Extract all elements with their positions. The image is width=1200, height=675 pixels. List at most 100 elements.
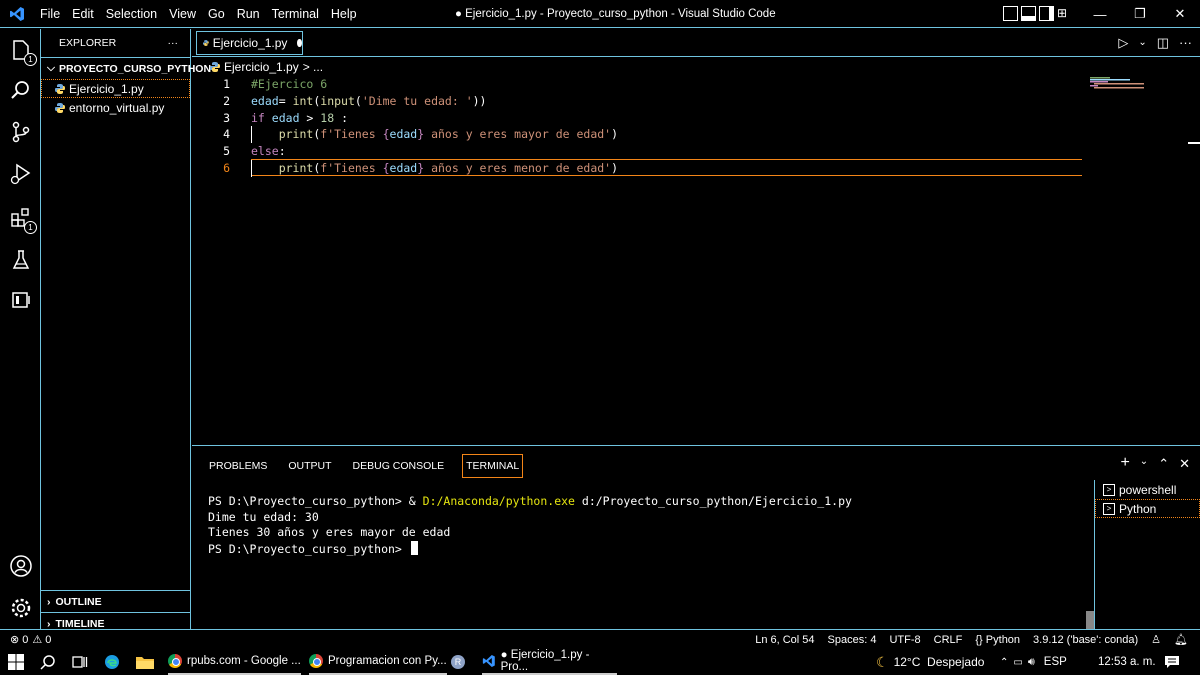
file-item-ejercicio-1[interactable]: Ejercicio_1.py xyxy=(41,79,190,98)
encoding[interactable]: UTF-8 xyxy=(889,634,920,646)
outline-section[interactable]: › OUTLINE xyxy=(41,590,191,612)
windows-taskbar: rpubs.com - Google ... Programacion con … xyxy=(0,649,1200,675)
line-number: 2 xyxy=(223,93,230,108)
settings-gear-icon[interactable] xyxy=(8,595,34,621)
r-app-icon[interactable]: R xyxy=(451,649,465,675)
terminal-item-powershell[interactable]: > powershell xyxy=(1095,480,1200,499)
windows-start-icon[interactable] xyxy=(8,649,24,675)
terminal-scrollbar[interactable] xyxy=(1086,611,1094,630)
breadcrumb-rest[interactable]: > ... xyxy=(303,60,323,74)
file-explorer-icon[interactable] xyxy=(136,649,154,675)
terminal-name: Python xyxy=(1119,501,1157,516)
end-of-line[interactable]: CRLF xyxy=(934,634,963,646)
menu-run[interactable]: Run xyxy=(231,0,266,28)
taskbar-chrome-programacion[interactable]: Programacion con Py... xyxy=(309,649,447,675)
taskbar-search-icon[interactable] xyxy=(40,649,56,675)
project-folder-header[interactable]: ⌵ PROYECTO_CURSO_PYTHON xyxy=(41,57,211,79)
menu-file[interactable]: File xyxy=(34,0,66,28)
warnings-count[interactable]: ⚠ 0 xyxy=(32,633,51,646)
vscode-logo-icon xyxy=(0,6,34,22)
clock-time: 12:53 a. m. xyxy=(1098,656,1156,668)
close-panel-icon[interactable]: ✕ xyxy=(1179,456,1190,472)
errors-count[interactable]: ⊗ 0 xyxy=(10,633,28,646)
show-hidden-icons-chevron-icon[interactable]: ⌃ xyxy=(1000,657,1008,668)
tab-terminal[interactable]: TERMINAL xyxy=(462,454,524,478)
python-file-icon xyxy=(203,40,209,46)
cursor-position[interactable]: Ln 6, Col 54 xyxy=(755,634,814,646)
taskbar-vscode[interactable]: ● Ejercicio_1.py - Pro... xyxy=(482,649,617,675)
editor-actions: ▷ ⌄ ◫ ··· xyxy=(1118,35,1192,51)
layout-controls: ⊞ xyxy=(1003,6,1072,21)
indentation[interactable]: Spaces: 4 xyxy=(828,634,877,646)
remote-explorer-icon[interactable] xyxy=(8,287,34,313)
toggle-secondary-sidebar-icon[interactable] xyxy=(1039,6,1054,21)
extensions-icon[interactable]: 1 xyxy=(8,205,37,234)
more-actions-icon[interactable]: ··· xyxy=(1179,35,1192,51)
taskbar-label: ● Ejercicio_1.py - Pro... xyxy=(500,649,590,673)
breadcrumb-file[interactable]: Ejercicio_1.py xyxy=(224,60,299,74)
terminal-item-python[interactable]: > Python xyxy=(1095,499,1200,518)
menu-edit[interactable]: Edit xyxy=(66,0,100,28)
new-terminal-icon[interactable]: + xyxy=(1120,455,1129,472)
status-bar: ⊗ 0 ⚠ 0 Ln 6, Col 54 Spaces: 4 UTF-8 CRL… xyxy=(0,629,1200,649)
menu-go[interactable]: Go xyxy=(202,0,231,28)
explorer-icon[interactable]: 1 xyxy=(8,37,37,66)
run-debug-icon[interactable] xyxy=(8,161,34,187)
volume-icon[interactable]: 🔊︎ xyxy=(1028,656,1035,669)
terminal-output[interactable]: PS D:\Proyecto_curso_python> & D:/Anacon… xyxy=(208,494,852,557)
terminal-dropdown-chevron-icon[interactable]: ⌄ xyxy=(1140,456,1148,472)
feedback-icon[interactable]: ♙ xyxy=(1151,633,1161,646)
run-dropdown-chevron-icon[interactable]: ⌄ xyxy=(1138,35,1146,51)
tab-problems[interactable]: PROBLEMS xyxy=(206,454,270,478)
notification-center-icon[interactable] xyxy=(1164,649,1180,675)
language-mode[interactable]: {} Python xyxy=(975,634,1020,646)
bottom-panel: PROBLEMS OUTPUT DEBUG CONSOLE TERMINAL +… xyxy=(192,445,1200,630)
search-icon[interactable] xyxy=(8,77,34,103)
taskbar-chrome-rpubs[interactable]: rpubs.com - Google ... xyxy=(168,649,301,675)
battery-icon[interactable]: ▭ xyxy=(1013,657,1022,668)
tab-ejercicio-1[interactable]: Ejercicio_1.py xyxy=(196,31,303,55)
explorer-header: EXPLORER ··· xyxy=(41,29,190,57)
notifications-bell-icon[interactable]: 🔔︎ xyxy=(1174,633,1188,646)
maximize-panel-icon[interactable]: ⌃ xyxy=(1158,456,1169,472)
file-item-entorno-virtual[interactable]: entorno_virtual.py xyxy=(41,98,190,117)
toggle-panel-icon[interactable] xyxy=(1021,6,1036,21)
moon-icon: ☾ xyxy=(876,653,889,670)
unsaved-dot-icon[interactable] xyxy=(297,39,302,47)
python-file-icon xyxy=(55,102,65,113)
run-python-file-icon[interactable]: ▷ xyxy=(1118,35,1128,51)
explorer-more-button[interactable]: ··· xyxy=(168,37,179,49)
menu-terminal[interactable]: Terminal xyxy=(266,0,325,28)
menu-help[interactable]: Help xyxy=(325,0,363,28)
clock[interactable]: 12:53 a. m. xyxy=(1098,649,1156,675)
close-icon[interactable]: ✕ xyxy=(1160,0,1200,28)
menu-view[interactable]: View xyxy=(163,0,202,28)
panel-tabs: PROBLEMS OUTPUT DEBUG CONSOLE TERMINAL xyxy=(206,454,538,478)
restore-icon[interactable]: ❐ xyxy=(1120,0,1160,28)
minimap[interactable] xyxy=(1090,76,1188,89)
minimize-icon[interactable]: — xyxy=(1080,0,1120,28)
tab-debug-console[interactable]: DEBUG CONSOLE xyxy=(350,454,448,478)
menu-selection[interactable]: Selection xyxy=(100,0,163,28)
python-interpreter[interactable]: 3.9.12 ('base': conda) xyxy=(1033,634,1138,646)
code-editor[interactable]: 1 #Ejercico 6 2 edad= int(input('Dime tu… xyxy=(192,76,1192,177)
taskbar-label: rpubs.com - Google ... xyxy=(187,655,301,667)
task-view-icon[interactable] xyxy=(72,649,88,675)
tab-output[interactable]: OUTPUT xyxy=(285,454,334,478)
python-file-icon xyxy=(210,62,220,72)
terminal-cursor xyxy=(410,540,418,555)
split-editor-icon[interactable]: ◫ xyxy=(1157,35,1169,51)
line-number: 5 xyxy=(223,144,230,159)
customize-layout-icon[interactable]: ⊞ xyxy=(1057,6,1072,21)
source-control-icon[interactable] xyxy=(8,119,34,145)
chrome-icon xyxy=(168,654,182,668)
terminal-list: > powershell > Python xyxy=(1094,480,1200,630)
toggle-primary-sidebar-icon[interactable] xyxy=(1003,6,1018,21)
accounts-icon[interactable] xyxy=(8,553,34,579)
testing-flask-icon[interactable] xyxy=(8,247,34,273)
language-indicator[interactable]: ESP xyxy=(1044,656,1067,668)
vscode-icon xyxy=(482,655,495,667)
edge-browser-icon[interactable] xyxy=(104,649,120,675)
line-number: 4 xyxy=(223,127,230,142)
weather-widget[interactable]: ☾ 12°C Despejado xyxy=(876,649,984,675)
